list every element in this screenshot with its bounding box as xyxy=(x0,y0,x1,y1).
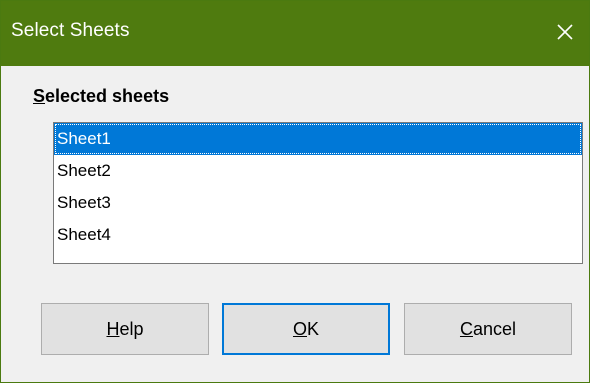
mnemonic-letter: S xyxy=(33,86,46,106)
ok-button[interactable]: OK xyxy=(222,303,390,355)
list-item[interactable]: Sheet4 xyxy=(54,219,582,251)
select-sheets-dialog: Select Sheets Selected sheets Sheet1 She… xyxy=(0,0,590,383)
mnemonic-letter: C xyxy=(459,318,473,339)
dialog-title: Select Sheets xyxy=(11,20,130,41)
list-item[interactable]: Sheet2 xyxy=(54,155,582,187)
close-button[interactable] xyxy=(543,11,587,57)
sheets-listbox[interactable]: Sheet1 Sheet2 Sheet3 Sheet4 xyxy=(53,122,583,264)
dialog-content: Selected sheets Sheet1 Sheet2 Sheet3 She… xyxy=(1,66,589,382)
list-item[interactable]: Sheet1 xyxy=(54,123,582,155)
label-text: elected sheets xyxy=(45,86,170,106)
button-label: elp xyxy=(119,318,144,339)
button-label: K xyxy=(307,318,320,339)
selected-sheets-label: Selected sheets xyxy=(33,86,169,107)
title-bar[interactable]: Select Sheets xyxy=(1,1,589,66)
close-icon xyxy=(556,23,574,46)
mnemonic-letter: H xyxy=(106,318,120,339)
button-label: ancel xyxy=(472,318,517,339)
mnemonic-letter: O xyxy=(292,318,307,339)
help-button[interactable]: Help xyxy=(41,303,209,355)
cancel-button[interactable]: Cancel xyxy=(404,303,572,355)
list-item[interactable]: Sheet3 xyxy=(54,187,582,219)
